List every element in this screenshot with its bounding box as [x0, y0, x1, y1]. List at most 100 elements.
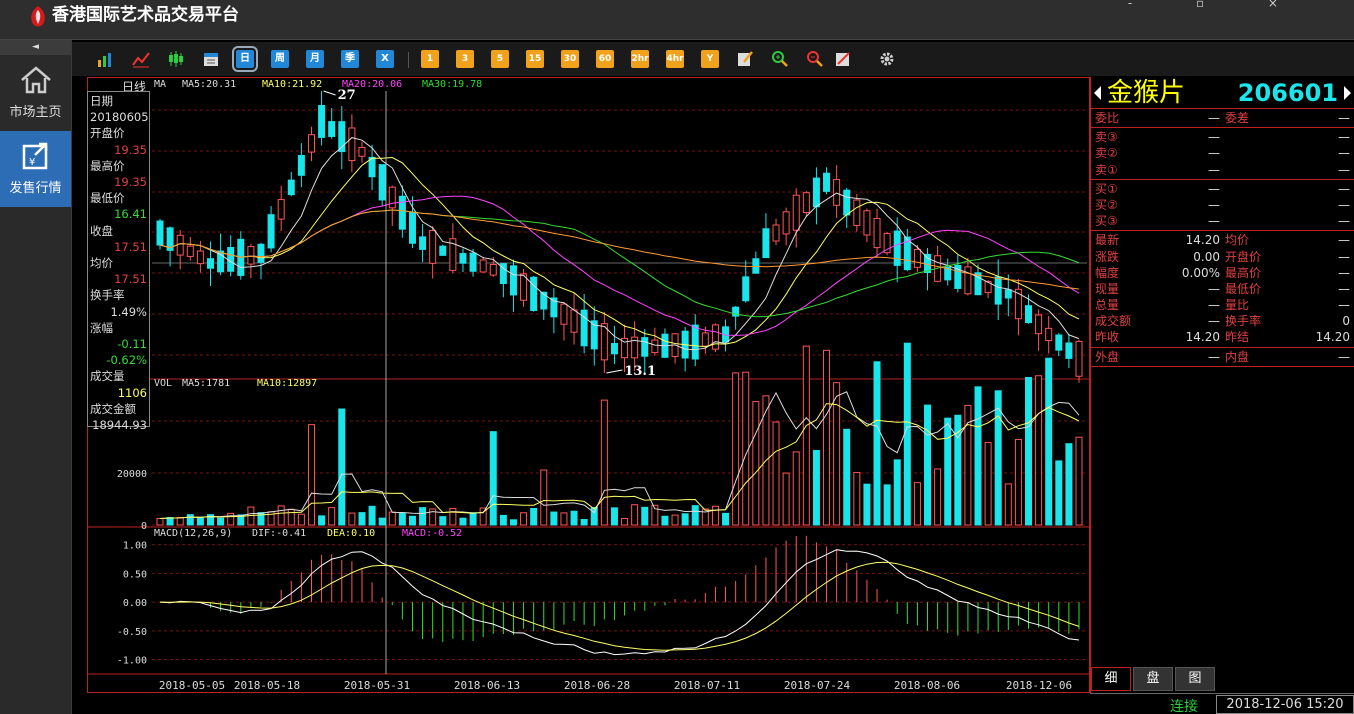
quote-value: 14.20	[1315, 330, 1350, 345]
quote-row: 涨跌 0.00 开盘价 —	[1091, 249, 1354, 265]
buy-level-label: 买②	[1095, 197, 1118, 212]
quote-label: 昨结	[1225, 330, 1250, 345]
volume-bar	[590, 507, 598, 526]
volume-bar	[368, 505, 376, 526]
candle-body	[833, 179, 841, 206]
volume-bar	[328, 507, 336, 526]
volume-bar	[903, 342, 911, 526]
edit-chart-icon[interactable]	[736, 50, 754, 68]
volume-bar	[1055, 460, 1063, 526]
quote-row: 买① — —	[1091, 181, 1354, 197]
quote-label: 幅度	[1095, 265, 1120, 280]
info-label: 最高价	[90, 158, 125, 173]
info-label: 日期	[90, 94, 113, 108]
volume-bar	[610, 507, 618, 526]
connection-status: 连接	[1170, 699, 1198, 714]
volume-legend-item: MA5:1781	[182, 378, 230, 389]
sell-level-volume: —	[1338, 162, 1350, 177]
minute-15-button[interactable]: 15	[526, 50, 544, 68]
outer-inner-section: 外盘 — 内盘 —	[1091, 348, 1354, 367]
bar-chart-icon[interactable]	[96, 50, 114, 68]
home-icon	[20, 66, 51, 94]
ma20-line	[159, 195, 1080, 336]
zoom-in-icon[interactable]	[771, 50, 789, 68]
candle-body	[853, 199, 861, 226]
tab-orderbook[interactable]: 盘	[1133, 667, 1173, 691]
candle-body	[610, 343, 618, 355]
hour-2-button[interactable]: 2hr	[631, 50, 649, 68]
candle-body	[651, 339, 659, 354]
volume-bar	[287, 508, 295, 526]
line-chart-icon[interactable]	[132, 50, 150, 68]
candle-body	[762, 228, 770, 259]
volume-tick-label: 20000	[117, 469, 147, 480]
macd-legend-item: DEA:0.10	[327, 528, 375, 539]
volume-bar	[196, 517, 204, 526]
low-marker-line	[606, 369, 623, 374]
minute-1-button[interactable]: 1	[421, 50, 439, 68]
candle-body	[873, 217, 881, 249]
draw-line-icon[interactable]	[834, 50, 852, 68]
info-value: 17.51	[114, 239, 147, 254]
volume-bar	[782, 472, 790, 526]
macd-tick-label: 0.50	[123, 569, 147, 580]
volume-bar	[742, 371, 750, 526]
volume-bar	[722, 512, 730, 526]
quote-row: 成交额 — 换手率 0	[1091, 313, 1354, 329]
candle-body	[297, 154, 305, 176]
period-month-button[interactable]: 月	[306, 50, 324, 68]
quote-label: 成交额	[1095, 314, 1132, 329]
kline-chart[interactable]: 27 13.1 MA MA5:20.31 MA10:21.92 MA20:20.06 MA3…	[87, 77, 1090, 693]
quote-value: —	[1208, 314, 1220, 329]
minute-5-button[interactable]: 5	[491, 50, 509, 68]
period-day-button[interactable]: 日	[232, 46, 258, 72]
quote-value: —	[1338, 349, 1350, 364]
volume-bar	[459, 517, 467, 526]
logo-icon	[31, 6, 45, 27]
period-quarter-button[interactable]: 季	[341, 50, 359, 68]
candle-body	[701, 332, 709, 347]
tab-chart[interactable]: 图	[1175, 667, 1215, 691]
minute-3-button[interactable]: 3	[456, 50, 474, 68]
high-marker-line	[323, 90, 336, 96]
buy-level-price: —	[1208, 181, 1220, 196]
candlestick-icon[interactable]	[167, 50, 185, 68]
volume-legend-label: VOL	[154, 378, 172, 389]
next-symbol-arrow-icon[interactable]	[1344, 86, 1351, 100]
crosshair-info-panel: 日期 20180605 开盘价 19.35 最高价 19.35 最低价 16.41 收盘 17.5…	[87, 91, 150, 432]
minute-30-button[interactable]: 30	[561, 50, 579, 68]
volume-bar	[823, 349, 831, 526]
quote-value: 14.20	[1185, 330, 1220, 345]
zoom-out-icon[interactable]	[806, 50, 824, 68]
quote-label: 换手率	[1225, 314, 1262, 329]
sidebar-item-market-home[interactable]: 市场主页	[0, 55, 71, 131]
volume-bar	[580, 519, 588, 526]
sell-level-price: —	[1208, 162, 1220, 177]
sidebar-collapse-button[interactable]: ◄	[0, 40, 71, 55]
year-button[interactable]: Y	[701, 50, 719, 68]
calendar-icon[interactable]	[202, 50, 220, 68]
volume-bar	[853, 472, 861, 526]
sell-level-volume: —	[1338, 130, 1350, 145]
window-controls[interactable]: - ▫ ×	[1128, 0, 1308, 10]
candle-body	[530, 276, 538, 311]
period-x-button[interactable]: X	[376, 50, 394, 68]
minute-60-button[interactable]: 60	[596, 50, 614, 68]
volume-bar	[469, 512, 477, 526]
prev-symbol-arrow-icon[interactable]	[1094, 86, 1101, 100]
volume-bar	[509, 519, 517, 526]
info-value: 19.35	[114, 175, 147, 190]
hour-4-button[interactable]: 4hr	[666, 50, 684, 68]
settings-gear-icon[interactable]	[878, 50, 896, 68]
kline-chart-svg[interactable]: 27 13.1 MA MA5:20.31 MA10:21.92 MA20:20.06 MA3…	[87, 77, 1090, 693]
sidebar-item-trade-quotes[interactable]: ¥ 发售行情	[0, 131, 71, 207]
volume-bar	[671, 514, 679, 526]
volume-bar	[217, 517, 225, 526]
tab-detail[interactable]: 细	[1091, 667, 1131, 691]
quote-value: —	[1208, 281, 1220, 296]
macd-tick-label: 0.00	[123, 598, 147, 609]
volume-bar	[1014, 438, 1022, 526]
quote-label: 委差	[1225, 111, 1250, 125]
buy-level-volume: —	[1338, 197, 1350, 212]
period-week-button[interactable]: 周	[271, 50, 289, 68]
